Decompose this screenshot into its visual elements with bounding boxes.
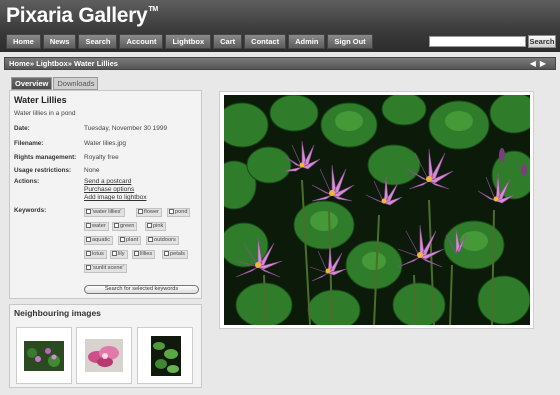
keyword-checkbox[interactable]: 'sunlit scene' xyxy=(84,264,127,273)
filename-value: Water lilies.jpg xyxy=(84,140,127,147)
keyword-label: flower xyxy=(144,209,159,215)
date-value: Tuesday, November 30 1999 xyxy=(84,125,168,132)
pager: ◀▶ xyxy=(530,58,550,69)
keyword-label: water xyxy=(92,223,106,229)
keyword-checkbox[interactable]: green xyxy=(112,222,138,231)
keyword-checkbox[interactable]: flower xyxy=(136,208,162,217)
nav-search[interactable]: Search xyxy=(78,34,118,49)
breadcrumb-separator: » xyxy=(29,59,35,68)
checkbox-icon xyxy=(86,251,91,256)
checkbox-icon xyxy=(114,223,119,228)
neighbouring-title: Neighbouring images xyxy=(14,308,101,318)
keywords-label: Keywords: xyxy=(14,207,47,214)
image-description: Water lillies in a pond xyxy=(14,110,76,117)
checkbox-icon xyxy=(120,237,125,242)
neighbouring-images-panel: Neighbouring images xyxy=(9,304,202,388)
checkbox-icon xyxy=(86,237,91,242)
keyword-checkbox[interactable]: water xyxy=(84,222,109,231)
keyword-checkbox[interactable]: pink xyxy=(145,222,167,231)
filename-label: Filename: xyxy=(14,140,44,147)
keyword-label: green xyxy=(120,223,135,229)
checkbox-icon xyxy=(86,265,91,270)
breadcrumb-bar: Home» Lightbox» Water Lillies ◀▶ xyxy=(4,57,556,70)
send-postcard-link[interactable]: Send a postcard xyxy=(84,178,131,185)
actions-label: Actions: xyxy=(14,178,40,185)
main-image-frame[interactable] xyxy=(219,91,534,329)
date-label: Date: xyxy=(14,125,30,132)
main-nav: Home News Search Account Lightbox Cart C… xyxy=(6,34,373,49)
image-title: Water Lillies xyxy=(14,95,67,105)
brand-name: Pixaria Gallery xyxy=(6,4,148,27)
keyword-label: lillies xyxy=(140,251,153,257)
breadcrumb-home[interactable]: Home xyxy=(9,59,30,68)
keyword-checkbox[interactable]: lily xyxy=(110,250,128,259)
search-keywords-button[interactable]: Search for selected keywords xyxy=(84,285,199,294)
keyword-checkbox[interactable]: petals xyxy=(162,250,188,259)
breadcrumb-current: Water Lillies xyxy=(74,59,118,68)
usage-value: None xyxy=(84,167,100,174)
keyword-label: outdoors xyxy=(154,237,176,243)
nav-sign-out[interactable]: Sign Out xyxy=(327,34,373,49)
breadcrumb: Home» Lightbox» Water Lillies xyxy=(9,58,118,69)
checkbox-icon xyxy=(134,251,139,256)
purchase-options-link[interactable]: Purchase options xyxy=(84,186,134,193)
checkbox-icon xyxy=(86,223,91,228)
search-button[interactable]: Search xyxy=(528,35,556,48)
neighbour-image xyxy=(24,341,64,371)
nav-account[interactable]: Account xyxy=(119,34,164,49)
nav-contact[interactable]: Contact xyxy=(244,34,287,49)
keyword-label: pond xyxy=(175,209,188,215)
checkbox-icon xyxy=(112,251,117,256)
search-input[interactable] xyxy=(429,36,526,47)
neighbour-thumbnail[interactable] xyxy=(76,327,132,384)
brand-tm: TM xyxy=(148,6,158,13)
keyword-label: pink xyxy=(153,223,164,229)
checkbox-icon xyxy=(138,209,143,214)
keyword-label: petals xyxy=(170,251,185,257)
checkbox-icon xyxy=(147,223,152,228)
keyword-checkbox[interactable]: 'water lillies' xyxy=(84,208,125,217)
keyword-checkbox[interactable]: plant xyxy=(118,236,142,245)
keyword-label: 'sunlit scene' xyxy=(92,265,124,271)
nav-admin[interactable]: Admin xyxy=(288,34,326,49)
nav-lightbox[interactable]: Lightbox xyxy=(165,34,212,49)
neighbour-thumbnail[interactable] xyxy=(137,327,193,384)
checkbox-icon xyxy=(86,209,91,214)
keyword-label: aquatic xyxy=(92,237,111,243)
rights-value: Royalty free xyxy=(84,154,119,161)
tab-downloads[interactable]: Downloads xyxy=(53,77,99,90)
nav-news[interactable]: News xyxy=(42,34,77,49)
breadcrumb-separator: » xyxy=(67,59,72,68)
breadcrumb-lightbox[interactable]: Lightbox xyxy=(36,59,68,68)
tab-overview[interactable]: Overview xyxy=(11,77,53,90)
keyword-label: lotus xyxy=(92,251,104,257)
nav-cart[interactable]: Cart xyxy=(213,34,243,49)
neighbour-image xyxy=(85,339,123,372)
usage-label: Usage restrictions: xyxy=(14,167,72,174)
keyword-checkbox[interactable]: lotus xyxy=(84,250,107,259)
keyword-checkbox[interactable]: aquatic xyxy=(84,236,114,245)
rights-label: Rights management: xyxy=(14,154,77,161)
main-image-water-lilies xyxy=(224,95,530,325)
checkbox-icon xyxy=(164,251,169,256)
neighbour-image xyxy=(151,336,181,376)
add-to-lightbox-link[interactable]: Add image to lightbox xyxy=(84,194,147,201)
nav-home[interactable]: Home xyxy=(6,34,41,49)
keyword-checkbox[interactable]: outdoors xyxy=(146,236,179,245)
keyword-label: lily xyxy=(118,251,125,257)
checkbox-icon xyxy=(169,209,174,214)
image-details-panel: Water Lillies Water lillies in a pond Da… xyxy=(9,90,202,299)
prev-arrow-icon[interactable]: ◀ xyxy=(530,59,540,68)
keyword-checkbox[interactable]: pond xyxy=(167,208,191,217)
keyword-checkbox[interactable]: lillies xyxy=(132,250,156,259)
detail-tabs: Overview Downloads xyxy=(11,77,99,90)
header: Pixaria GalleryTM Home News Search Accou… xyxy=(0,0,560,52)
neighbour-thumbnail[interactable] xyxy=(16,327,72,384)
keyword-label: plant xyxy=(126,237,139,243)
next-arrow-icon[interactable]: ▶ xyxy=(540,59,550,68)
checkbox-icon xyxy=(148,237,153,242)
keyword-label: 'water lillies' xyxy=(92,209,122,215)
brand-logo[interactable]: Pixaria GalleryTM xyxy=(6,4,158,28)
